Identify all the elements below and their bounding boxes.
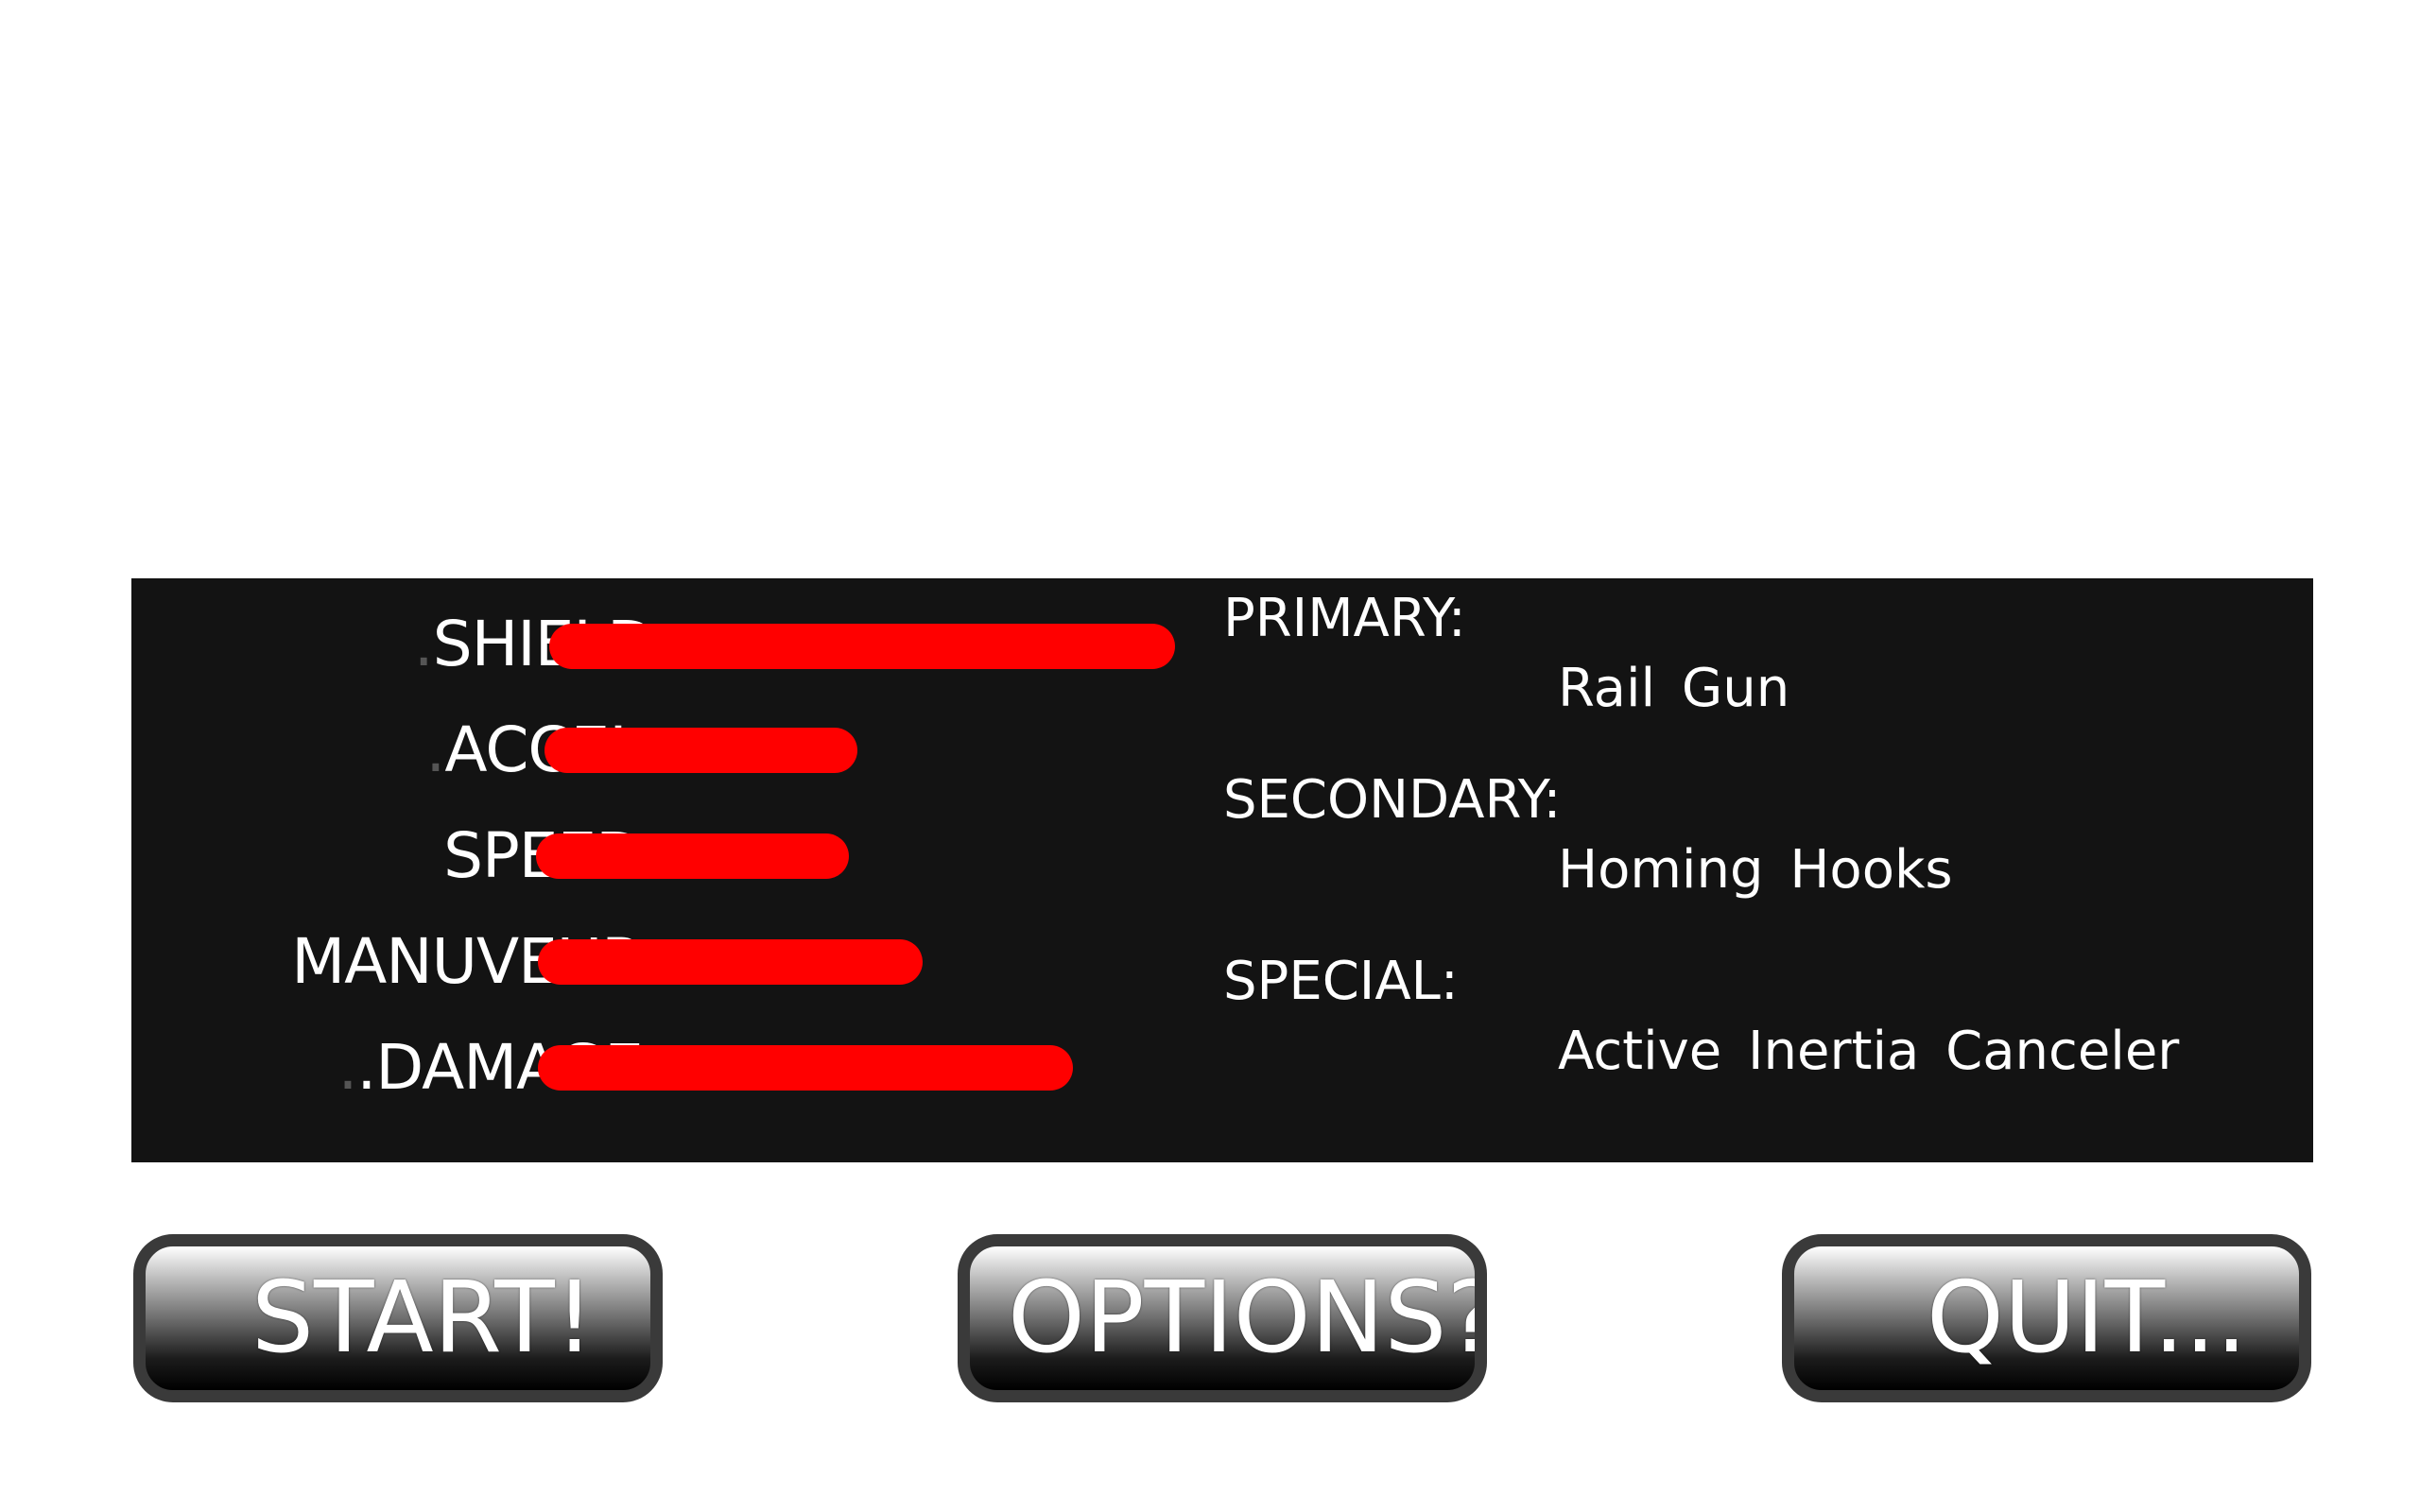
quit-button-label: QUIT... <box>1927 1260 2248 1375</box>
speed-bar <box>536 833 849 879</box>
start-button[interactable]: START! <box>133 1234 663 1402</box>
secondary-heading: SECONDARY: <box>1223 769 1562 831</box>
accel-bar <box>544 728 857 773</box>
damage-bar <box>538 1045 1073 1091</box>
special-value: Active Inertia Canceler <box>1558 1021 2180 1082</box>
secondary-value: Homing Hooks <box>1558 839 1953 901</box>
start-button-label: START! <box>251 1260 595 1375</box>
stat-prefix-accel: . <box>425 713 445 786</box>
shield-bar <box>549 624 1175 669</box>
primary-value: Rail Gun <box>1558 658 1790 719</box>
quit-button[interactable]: QUIT... <box>1782 1234 2311 1402</box>
options-button[interactable]: OPTIONS? <box>958 1234 1487 1402</box>
manuveur-bar <box>538 939 923 985</box>
special-heading: SPECIAL: <box>1223 951 1459 1012</box>
stat-prefix-damage: . <box>337 1031 357 1104</box>
stat-prefix-shield: . <box>413 608 434 680</box>
options-button-label: OPTIONS? <box>1008 1260 1487 1375</box>
primary-heading: PRIMARY: <box>1223 588 1466 649</box>
